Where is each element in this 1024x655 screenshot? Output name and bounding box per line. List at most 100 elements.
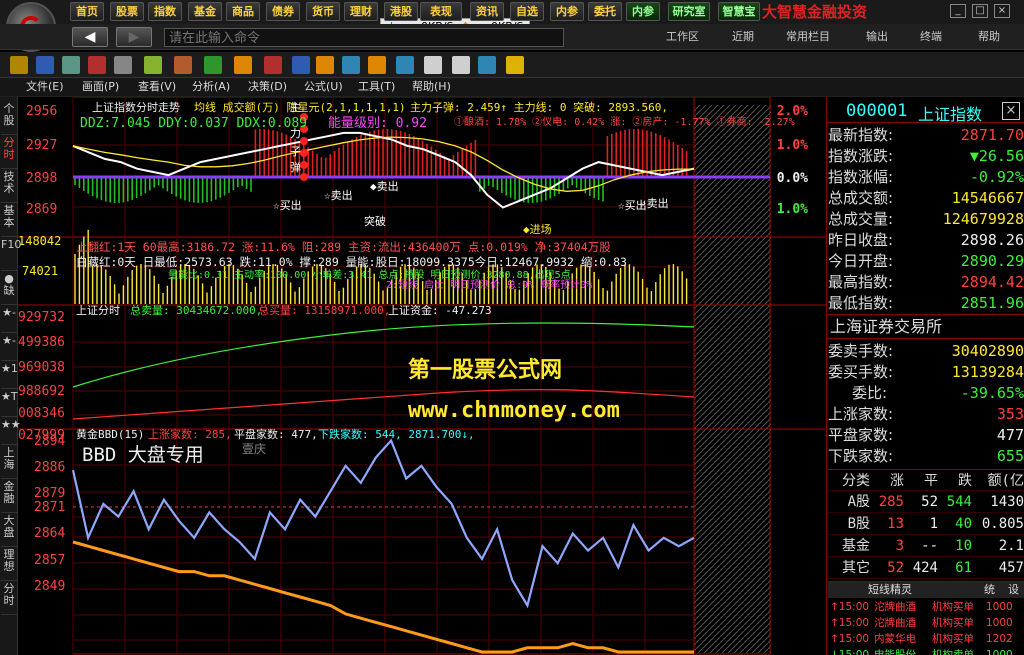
toolbar-icon-18[interactable] — [506, 56, 524, 74]
axis-top-1: 2927 — [26, 138, 57, 153]
left-tab-14[interactable]: 理想 — [1, 547, 17, 581]
toolbar-icon-8[interactable] — [234, 56, 252, 74]
nav-7[interactable]: 理财 — [344, 2, 378, 21]
top-menu-3[interactable]: 输出 — [866, 30, 888, 44]
sprite-row[interactable]: ↑15:00 沱牌曲酒 机构买单 1000 — [828, 615, 1024, 631]
left-tab-7[interactable]: ★- — [1, 333, 17, 361]
minimize-button[interactable]: _ — [950, 4, 966, 18]
menu-2[interactable]: 查看(V) — [138, 80, 176, 94]
nav-15[interactable]: 研究室 — [668, 2, 710, 21]
quote-value: 2894.42 — [960, 273, 1024, 291]
sprite-time: ↑15:00 — [830, 601, 870, 613]
nav-8[interactable]: 港股 — [384, 2, 418, 21]
nav-14[interactable]: 内参 — [626, 2, 660, 21]
toolbar-icon-3[interactable] — [88, 56, 106, 74]
top-menu-4[interactable]: 终端 — [920, 30, 942, 44]
toolbar-icon-9[interactable] — [264, 56, 282, 74]
toolbar-icon-1[interactable] — [36, 56, 54, 74]
menu-5[interactable]: 公式(U) — [304, 80, 343, 94]
axis-bbd-6: 2849 — [34, 579, 65, 594]
nav-0[interactable]: 首页 — [70, 2, 104, 21]
nav-13[interactable]: 委托 — [588, 2, 622, 21]
left-tab-13[interactable]: 大盘 — [1, 513, 17, 547]
nav-9[interactable]: 表现 — [420, 2, 462, 21]
nav-2[interactable]: 指数 — [148, 2, 182, 21]
toolbar-icon-7[interactable] — [204, 56, 222, 74]
flow-buy: 总买量: 13158971.000, — [258, 303, 390, 317]
top-legend: 均线 成交额(万) 陈星元(2,1,1,1,1,1) — [194, 100, 406, 114]
maximize-button[interactable]: □ — [972, 4, 988, 18]
toolbar-icon-4[interactable] — [114, 56, 132, 74]
left-tab-4[interactable]: F10 — [1, 237, 21, 271]
left-tab-1[interactable]: 分时 — [1, 135, 17, 169]
top-menu-5[interactable]: 帮助 — [978, 30, 1000, 44]
top-menu-1[interactable]: 近期 — [732, 30, 754, 44]
axis-top-0: 2956 — [26, 104, 57, 119]
left-tab-2[interactable]: 技术 — [1, 169, 17, 203]
sprite-set[interactable]: 设 — [1008, 582, 1019, 598]
sprite-tab[interactable]: 统 — [984, 582, 995, 598]
toolbar-icon-15[interactable] — [424, 56, 442, 74]
menu-1[interactable]: 画面(P) — [82, 80, 119, 94]
quote-key: 总成交量: — [828, 210, 894, 228]
left-tab-0[interactable]: 个股 — [1, 101, 17, 135]
left-tab-5[interactable]: ●缺 — [1, 271, 17, 305]
left-tab-3[interactable]: 基本 — [1, 203, 17, 237]
nav-1[interactable]: 股票 — [110, 2, 144, 21]
nav-3[interactable]: 基金 — [188, 2, 222, 21]
sprite-row[interactable]: ↓15:00 申能股份 机构卖单 1000 — [828, 647, 1024, 655]
nav-11[interactable]: 自选 — [510, 2, 544, 21]
close-button[interactable]: × — [994, 4, 1010, 18]
toolbar-icon-14[interactable] — [396, 56, 414, 74]
menu-0[interactable]: 文件(E) — [26, 80, 64, 94]
table-header: 分类 涨 平 跌额(亿 — [828, 469, 1024, 491]
toolbar-icon-0[interactable] — [10, 56, 28, 74]
toolbar-icon-17[interactable] — [478, 56, 496, 74]
back-button[interactable]: ◀ — [72, 27, 108, 47]
bbd-flat: 平盘家数: 477, — [234, 427, 318, 441]
nav-5[interactable]: 债券 — [266, 2, 300, 21]
toolbar-icon-5[interactable] — [144, 56, 162, 74]
left-tab-8[interactable]: ★1 — [1, 361, 18, 389]
stock-code: 000001 — [846, 101, 908, 121]
axis-vol-1: 74021 — [22, 264, 58, 278]
nav-10[interactable]: 资讯 — [470, 2, 504, 21]
quote-row-3: 总成交额: 14546667 — [828, 188, 1024, 209]
toolbar-icon-13[interactable] — [368, 56, 386, 74]
sprite-row[interactable]: ↑15:00 沱牌曲酒 机构买单 1000 — [828, 599, 1024, 615]
chart-signal-2: ◆卖出 — [370, 179, 399, 193]
menu-7[interactable]: 帮助(H) — [412, 80, 451, 94]
table-cell: 1 — [929, 516, 938, 532]
left-tab-11[interactable]: 上海 — [1, 445, 17, 479]
close-quote-icon[interactable]: × — [1002, 102, 1020, 120]
forward-button[interactable]: ▶ — [116, 27, 152, 47]
left-tab-15[interactable]: 分时 — [1, 581, 17, 615]
sprite-vol: 1202 — [986, 633, 1013, 645]
chart-signal-10: 弹 — [290, 160, 301, 174]
left-tab-9[interactable]: ★T — [1, 389, 18, 417]
sprite-row[interactable]: ↑15:00 内蒙华电 机构买单 1202 — [828, 631, 1024, 647]
intraday-chart[interactable]: ☆买出☆卖出◆卖出☆买出◆进场☆卖出突破主力子弹上证指数分时走势 均线 成交额(万… — [18, 97, 826, 655]
toolbar-icon-6[interactable] — [174, 56, 192, 74]
top-menu-0[interactable]: 工作区 — [666, 30, 699, 44]
nav-6[interactable]: 货币 — [306, 2, 340, 21]
sprite-header: 短线精灵 统设 — [828, 581, 1024, 598]
menu-3[interactable]: 分析(A) — [192, 80, 230, 94]
nav-4[interactable]: 商品 — [226, 2, 260, 21]
toolbar-icon-16[interactable] — [452, 56, 470, 74]
toolbar-icon-12[interactable] — [342, 56, 360, 74]
nav-16[interactable]: 智慧宝 — [718, 2, 760, 21]
sprite-title: 短线精灵 — [868, 583, 912, 596]
left-tab-6[interactable]: ★- — [1, 305, 17, 333]
sprite-stock: 内蒙华电 — [874, 633, 916, 645]
command-input[interactable] — [164, 28, 564, 47]
toolbar-icon-11[interactable] — [316, 56, 334, 74]
left-tab-12[interactable]: 金融 — [1, 479, 17, 513]
toolbar-icon-2[interactable] — [62, 56, 80, 74]
nav-12[interactable]: 内参 — [550, 2, 584, 21]
left-tab-10[interactable]: ★★ — [1, 417, 21, 445]
menu-6[interactable]: 工具(T) — [358, 80, 395, 94]
top-menu-2[interactable]: 常用栏目 — [786, 30, 830, 44]
menu-4[interactable]: 决策(D) — [248, 80, 287, 94]
toolbar-icon-10[interactable] — [292, 56, 310, 74]
